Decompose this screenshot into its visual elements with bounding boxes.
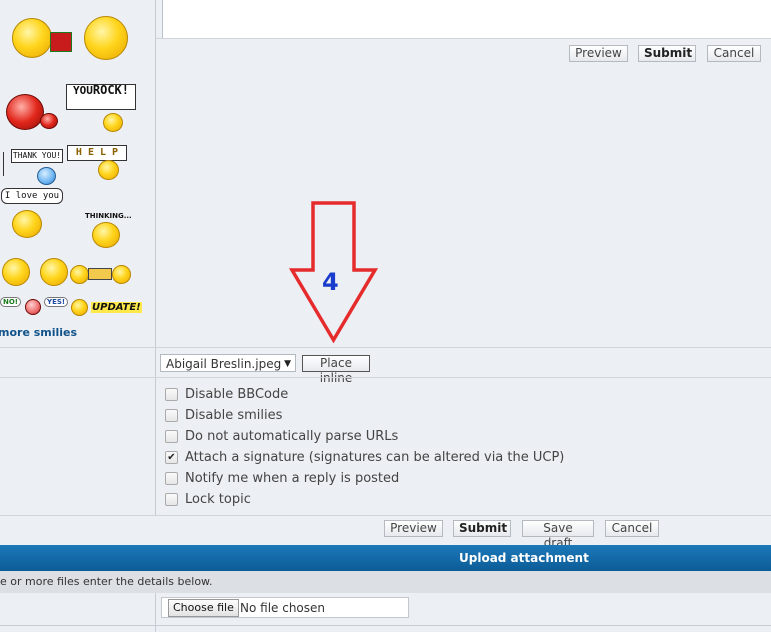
editor-separator [156,38,771,39]
options-bottom-border [0,515,771,516]
smiley-gift-icon[interactable] [12,18,52,58]
thinking-label[interactable]: THINKING... [85,212,132,220]
option-label: Notify me when a reply is posted [185,470,400,486]
partial-sign-icon [0,152,4,176]
option-row[interactable]: Notify me when a reply is posted [165,470,399,486]
option-row[interactable]: Lock topic [165,491,251,507]
upload-attachment-header: Upload attachment [0,545,771,571]
smiley-sunglasses-icon [103,113,123,132]
smiley-no-icon [25,299,41,315]
option-row[interactable]: Disable smilies [165,407,282,423]
smilies-panel: YOUROCK! THANK YOU! H E L P I love you T… [0,0,155,347]
option-checkbox[interactable] [165,429,178,443]
smiley-i-love-you-icon [12,210,42,238]
editor-submit-button[interactable]: Submit [638,45,696,62]
beer-mugs-icon [88,268,112,280]
option-checkbox[interactable]: ✔ [165,450,178,464]
attachment-select[interactable]: Abigail Breslin.jpeg ▼ [160,354,296,372]
file-input[interactable]: Choose file No file chosen [161,597,409,618]
option-row[interactable]: Do not automatically parse URLs [165,428,398,444]
dropdown-arrow-icon: ▼ [284,359,291,369]
save-draft-button[interactable]: Save draft [522,520,594,550]
option-label: Disable BBCode [185,386,289,402]
attachment-row-top-border [0,347,771,348]
options-top-border [0,377,771,378]
smiley-thank-you-icon [37,167,56,185]
smiley-angry-icon[interactable] [6,94,44,130]
option-checkbox[interactable] [165,408,178,422]
smiley-content-icon[interactable] [84,16,128,60]
more-smilies-link[interactable]: more smilies [0,326,77,339]
smiley-help-icon [98,160,119,180]
update-badge[interactable]: UPDATE! [91,302,142,313]
option-label: Disable smilies [185,407,283,423]
upload-hint-bar: e or more files enter the details below. [0,571,771,593]
i-love-you-bubble[interactable]: I love you [1,188,63,204]
place-inline-button[interactable]: Place inline [302,355,370,385]
upload-hint-text: e or more files enter the details below. [0,575,213,588]
smiley-angry-fist-icon [40,113,58,129]
file-row-bottom-border [0,625,771,626]
you-rock-sign[interactable]: YOUROCK! [66,84,136,110]
help-sign[interactable]: H E L P [67,145,127,161]
cancel-button[interactable]: Cancel [605,520,659,537]
message-textarea[interactable] [162,0,771,39]
you-rock-sign-bottom: ROCK! [92,83,129,97]
submit-button[interactable]: Submit [453,520,511,537]
smiley-handshake-left-icon[interactable] [2,258,30,286]
preview-button[interactable]: Preview [384,520,443,537]
attachment-select-value: Abigail Breslin.jpeg [166,357,282,371]
editor-cancel-button[interactable]: Cancel [707,45,761,62]
option-label: Lock topic [185,491,251,507]
column-divider [155,0,156,515]
option-checkbox[interactable] [165,492,178,506]
editor-preview-button[interactable]: Preview [569,45,628,62]
smiley-cheers-right-icon [112,265,131,284]
upload-attachment-title: Upload attachment [459,551,589,565]
smiley-cheers-left-icon[interactable] [70,265,89,284]
file-row-divider [155,593,156,632]
smiley-yes-icon [71,299,88,316]
no-file-label: No file chosen [240,601,326,615]
annotation-step-number: 4 [322,268,339,296]
option-label: Attach a signature (signatures can be al… [185,449,565,465]
option-row[interactable]: Disable BBCode [165,386,288,402]
thank-you-sign[interactable]: THANK YOU! [11,149,63,163]
option-checkbox[interactable] [165,471,178,485]
smiley-handshake-right-icon [40,258,68,286]
smiley-thinking-icon [92,222,120,248]
you-rock-sign-top: YOU [73,84,93,97]
option-row[interactable]: ✔ Attach a signature (signatures can be a… [165,449,564,465]
choose-file-button[interactable]: Choose file [168,599,239,617]
gift-icon [50,32,72,52]
option-label: Do not automatically parse URLs [185,428,399,444]
yes-bubble[interactable]: YES! [44,297,69,307]
no-bubble[interactable]: NO! [0,297,22,307]
option-checkbox[interactable] [165,387,178,401]
